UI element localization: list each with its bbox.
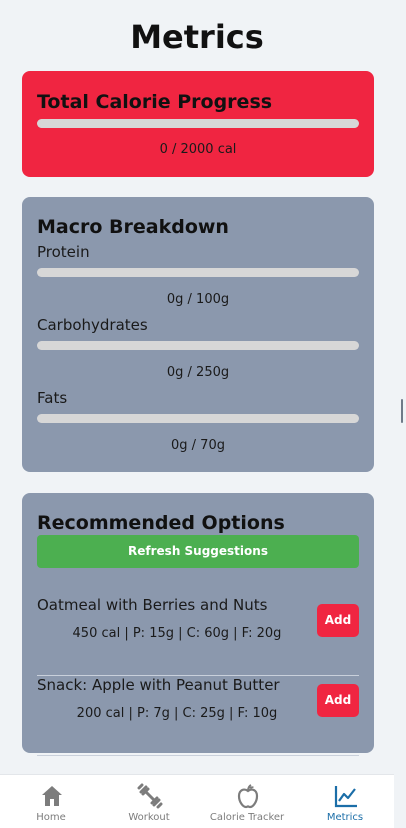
nav-label-workout: Workout	[128, 812, 170, 823]
page-title: Metrics	[130, 18, 264, 56]
protein-progress-bar	[37, 268, 359, 277]
nav-label-metrics: Metrics	[326, 812, 364, 823]
macro-card-title: Macro Breakdown	[37, 216, 229, 238]
calorie-progress-text: 0 / 2000 cal	[159, 142, 237, 157]
nav-item-workout[interactable]: Workout	[100, 775, 198, 828]
carbohydrates-label: Carbohydrates	[37, 316, 148, 334]
bottom-nav: Home Workout Calorie Tracker Metrics	[0, 774, 394, 828]
dumbbell-icon	[137, 783, 163, 809]
calorie-card-title: Total Calorie Progress	[37, 91, 273, 113]
fats-progress-bar	[37, 414, 359, 423]
apple-icon	[237, 784, 259, 809]
food-item: Oatmeal with Berries and Nuts 450 cal | …	[37, 595, 359, 676]
macro-breakdown-card: Macro Breakdown Protein 0g / 100g Carboh…	[22, 197, 374, 472]
carbohydrates-progress-text: 0g / 250g	[166, 365, 230, 380]
recommended-options-card: Recommended Options Refresh Suggestions …	[22, 493, 374, 756]
chart-icon	[334, 786, 357, 808]
recommended-card-title: Recommended Options	[37, 512, 285, 534]
food-item: Snack: Apple with Peanut Butter 200 cal …	[37, 675, 359, 756]
nav-item-home[interactable]: Home	[2, 775, 100, 828]
resize-handle[interactable]	[401, 399, 403, 423]
food-name: Oatmeal with Berries and Nuts	[37, 596, 268, 614]
carbohydrates-progress-bar	[37, 341, 359, 350]
home-icon	[42, 786, 62, 806]
food-nutrition-info: 200 cal | P: 7g | C: 25g | F: 10g	[76, 706, 278, 721]
nav-label-home: Home	[36, 812, 66, 823]
fats-label: Fats	[37, 389, 68, 407]
fats-progress-text: 0g / 70g	[171, 438, 225, 453]
protein-label: Protein	[37, 243, 90, 261]
protein-progress-text: 0g / 100g	[166, 292, 230, 307]
add-food-button[interactable]: Add	[317, 684, 359, 717]
nav-label-calorie-tracker: Calorie Tracker	[209, 812, 285, 823]
nav-item-metrics[interactable]: Metrics	[296, 775, 394, 828]
refresh-suggestions-button[interactable]: Refresh Suggestions	[37, 535, 359, 568]
add-food-button[interactable]: Add	[317, 604, 359, 637]
calorie-progress-bar	[37, 119, 359, 128]
metrics-page: Metrics Total Calorie Progress 0 / 2000 …	[0, 0, 394, 828]
nav-item-calorie-tracker[interactable]: Calorie Tracker	[198, 775, 296, 828]
calorie-progress-card: Total Calorie Progress 0 / 2000 cal	[22, 71, 374, 177]
food-name: Snack: Apple with Peanut Butter	[37, 676, 280, 694]
food-nutrition-info: 450 cal | P: 15g | C: 60g | F: 20g	[72, 626, 282, 641]
